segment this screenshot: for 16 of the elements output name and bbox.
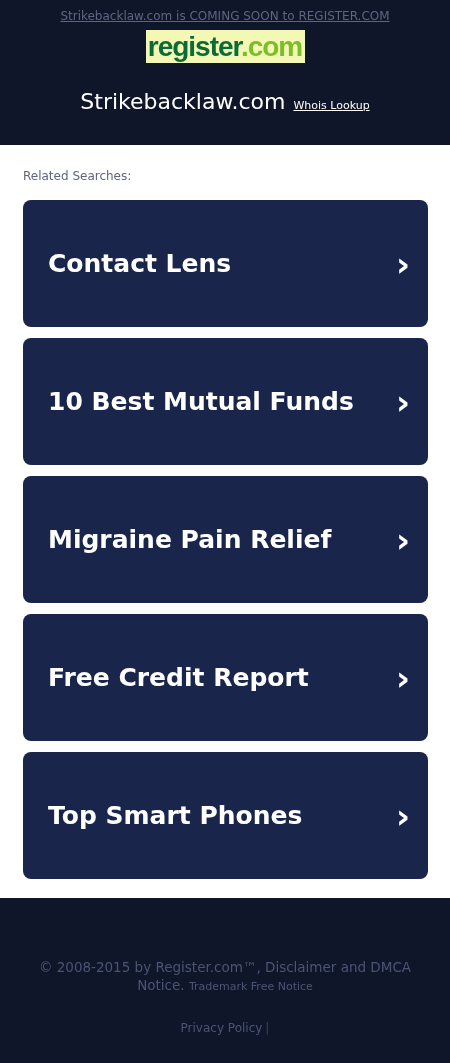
search-link-card[interactable]: Migraine Pain Relief › (23, 476, 428, 603)
chevron-icon: › (396, 246, 410, 281)
search-link-card[interactable]: Contact Lens › (23, 200, 428, 327)
related-searches-heading: Related Searches: (23, 169, 132, 183)
whois-link[interactable]: Whois Lookup (293, 99, 370, 112)
chevron-icon: › (396, 522, 410, 557)
register-logo[interactable]: register.com (145, 30, 305, 63)
chevron-icon: › (396, 384, 410, 419)
copyright-notice: © 2008-2015 by Register.com™, Disclaimer and DMCA Notice. Trademark Free Notice (37, 958, 413, 995)
chevron-icon: › (396, 798, 410, 833)
search-link-card[interactable]: 10 Best Mutual Funds › (23, 338, 428, 465)
search-link-card[interactable]: Top Smart Phones › (23, 752, 428, 879)
separator: | (265, 1021, 270, 1035)
domain-title: Strikebacklaw.com (80, 89, 286, 114)
chevron-icon: › (396, 660, 410, 695)
search-link-card[interactable]: Free Credit Report › (23, 614, 428, 741)
